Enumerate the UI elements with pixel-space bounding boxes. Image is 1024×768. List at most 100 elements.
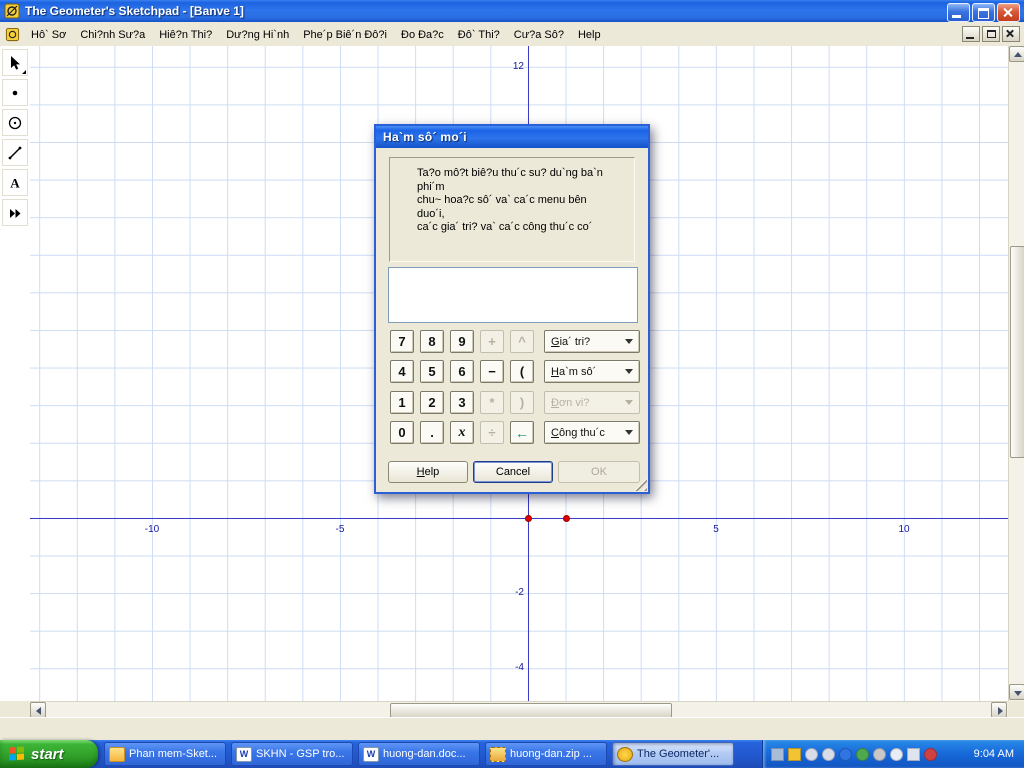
close-paren-key[interactable]: ) bbox=[510, 391, 534, 414]
text-icon: A bbox=[10, 175, 20, 190]
new-function-dialog: Ha`m sô´ mo´i Ta?o mô?t biê?u thu´c su? … bbox=[374, 124, 650, 494]
straightedge-tool[interactable] bbox=[2, 139, 28, 166]
digit-4-key[interactable]: 4 bbox=[390, 360, 414, 383]
digit-2-key[interactable]: 2 bbox=[420, 391, 444, 414]
grid-icon[interactable] bbox=[771, 747, 784, 761]
start-button[interactable]: start bbox=[0, 740, 98, 768]
window-titlebar: The Geometer's Sketchpad - [Banve 1] bbox=[0, 0, 1024, 22]
backspace-key[interactable]: ← bbox=[510, 421, 534, 444]
digit-9-key[interactable]: 9 bbox=[450, 330, 474, 353]
yellow-v-icon[interactable] bbox=[788, 747, 801, 761]
cancel-button[interactable]: Cancel bbox=[473, 461, 553, 483]
task-button-1[interactable]: W SKHN - GSP tro... bbox=[231, 742, 353, 766]
folder-icon bbox=[109, 746, 125, 762]
clock-icon[interactable] bbox=[890, 747, 903, 761]
digit-3-key[interactable]: 3 bbox=[450, 391, 474, 414]
menu-item-3[interactable]: Dư?ng Hi`nh bbox=[219, 25, 296, 45]
unit-point[interactable] bbox=[562, 515, 570, 522]
restore-button[interactable] bbox=[972, 3, 995, 22]
dialog-title: Ha`m sô´ mo´i bbox=[383, 130, 467, 144]
download-icon[interactable] bbox=[839, 747, 852, 761]
vertical-scroll-thumb[interactable] bbox=[1010, 246, 1024, 458]
variable-x-key[interactable]: x bbox=[450, 421, 474, 444]
compass-tool[interactable] bbox=[2, 109, 28, 136]
custom-tool[interactable] bbox=[2, 199, 28, 226]
plus-key[interactable]: + bbox=[480, 330, 504, 353]
dialog-titlebar[interactable]: Ha`m sô´ mo´i bbox=[376, 126, 648, 148]
menu-item-7[interactable]: Cư?a Sô? bbox=[507, 25, 571, 45]
point-tool[interactable] bbox=[2, 79, 28, 106]
scroll-down-button[interactable] bbox=[1009, 684, 1024, 700]
menu-item-4[interactable]: Phe´p Biê´n Đô?i bbox=[296, 25, 394, 45]
red-badge-icon[interactable] bbox=[924, 747, 937, 761]
equation-dropdown[interactable]: Công thu´c bbox=[544, 421, 640, 444]
expression-input[interactable] bbox=[388, 267, 638, 323]
dialog-instructions: Ta?o mô?t biê?u thu´c su? du`ng ba`n phi´… bbox=[389, 157, 635, 262]
instruction-line: phi´m bbox=[417, 180, 445, 193]
multiply-key[interactable]: * bbox=[480, 391, 504, 414]
start-label: start bbox=[31, 745, 64, 763]
vertical-scrollbar[interactable] bbox=[1008, 46, 1024, 701]
menu-item-2[interactable]: Hiê?n Thi? bbox=[152, 25, 219, 45]
units-dropdown[interactable]: Đơn vi? bbox=[544, 391, 640, 414]
scroll-up-button[interactable] bbox=[1009, 46, 1024, 62]
selection-arrow-tool[interactable] bbox=[2, 49, 28, 76]
menu-item-1[interactable]: Chi?nh Sư?a bbox=[73, 25, 152, 45]
task-button-3[interactable]: huong-dan.zip ... bbox=[485, 742, 607, 766]
task-button-4[interactable]: The Geometer'... bbox=[612, 742, 734, 766]
ok-button[interactable]: OK bbox=[558, 461, 640, 483]
origin-point[interactable] bbox=[525, 515, 532, 522]
instruction-line: Ta?o mô?t biê?u thu´c su? du`ng ba`n bbox=[417, 167, 603, 179]
chevron-down-icon bbox=[625, 400, 633, 405]
digit-5-key[interactable]: 5 bbox=[420, 360, 444, 383]
ball-icon[interactable] bbox=[856, 747, 869, 761]
digit-8-key[interactable]: 8 bbox=[420, 330, 444, 353]
values-dropdown[interactable]: Gia´ tri? bbox=[544, 330, 640, 353]
minus-key[interactable]: − bbox=[480, 360, 504, 383]
values-dropdown-label: Gia´ tri? bbox=[551, 335, 591, 348]
menu-item-8[interactable]: Help bbox=[571, 25, 608, 45]
digit-6-key[interactable]: 6 bbox=[450, 360, 474, 383]
close-button[interactable] bbox=[997, 3, 1020, 22]
divide-key[interactable]: ÷ bbox=[480, 421, 504, 444]
digit-7-key[interactable]: 7 bbox=[390, 330, 414, 353]
decimal-key[interactable]: . bbox=[420, 421, 444, 444]
mdi-restore-button[interactable] bbox=[982, 26, 1000, 42]
taskbar: start 9:04 AM Phan mem-Sket... W SKHN - GS… bbox=[0, 740, 1024, 768]
scroll-left-icon bbox=[36, 707, 41, 715]
mdi-window-controls bbox=[962, 26, 1020, 42]
mdi-close-button[interactable] bbox=[1002, 26, 1020, 42]
menu-item-6[interactable]: Đô` Thi? bbox=[451, 25, 507, 45]
y-tick-label: 12 bbox=[512, 60, 524, 72]
minimize-button[interactable] bbox=[947, 3, 970, 22]
round-icon[interactable] bbox=[822, 747, 835, 761]
horizontal-scrollbar[interactable] bbox=[30, 701, 1008, 718]
task-button-2[interactable]: Whuong-dan.doc... bbox=[358, 742, 480, 766]
digit-1-key[interactable]: 1 bbox=[390, 391, 414, 414]
custom-tool-icon bbox=[10, 208, 21, 218]
restore-icon bbox=[978, 8, 989, 19]
task-label: huong-dan.doc... bbox=[383, 748, 466, 760]
scroll-up-icon bbox=[1014, 52, 1022, 57]
horizontal-scroll-thumb[interactable] bbox=[390, 703, 672, 718]
round-icon[interactable] bbox=[805, 747, 818, 761]
word-icon: W bbox=[236, 746, 252, 762]
text-tool[interactable]: A bbox=[2, 169, 28, 196]
help-button[interactable]: Help bbox=[388, 461, 468, 483]
volume-icon[interactable] bbox=[907, 747, 920, 761]
mdi-minimize-button[interactable] bbox=[962, 26, 980, 42]
mdi-restore-icon bbox=[987, 30, 996, 38]
scroll-right-button[interactable] bbox=[991, 702, 1007, 718]
digit-0-key[interactable]: 0 bbox=[390, 421, 414, 444]
menu-item-5[interactable]: Đo Đa?c bbox=[394, 25, 451, 45]
caret-key[interactable]: ^ bbox=[510, 330, 534, 353]
scroll-left-button[interactable] bbox=[30, 702, 46, 718]
functions-dropdown[interactable]: Ha`m sô´ bbox=[544, 360, 640, 383]
magnifier-icon[interactable] bbox=[873, 747, 886, 761]
menu-item-0[interactable]: Hô` Sơ bbox=[24, 25, 73, 45]
open-paren-key[interactable]: ( bbox=[510, 360, 534, 383]
instruction-line: ca´c gia´ tri? va` ca´c công thu´c co´ bbox=[417, 221, 593, 233]
task-label: The Geometer'... bbox=[637, 748, 720, 760]
task-button-0[interactable]: Phan mem-Sket... bbox=[104, 742, 226, 766]
windows-flag-icon bbox=[9, 746, 24, 761]
